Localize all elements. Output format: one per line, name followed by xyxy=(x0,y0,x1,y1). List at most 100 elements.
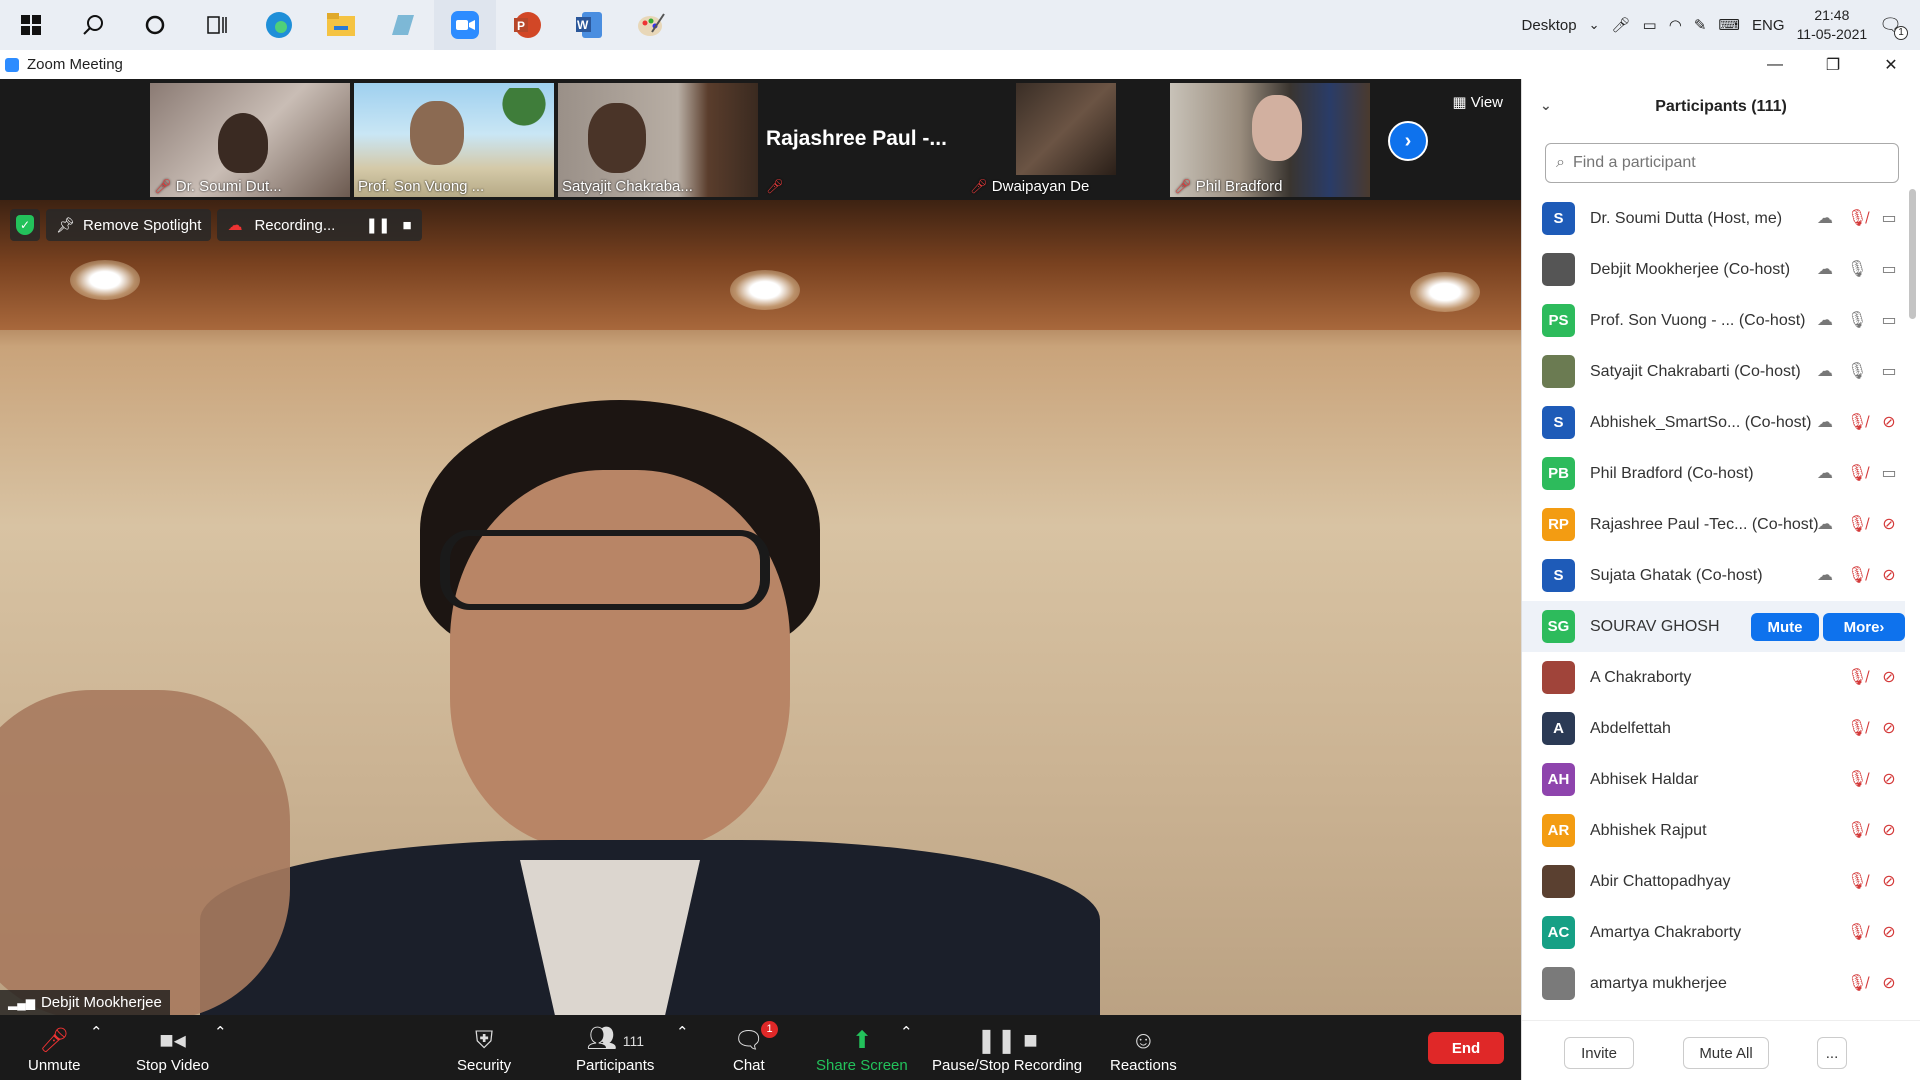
video-thumbnail[interactable]: Prof. Son Vuong ... xyxy=(354,83,554,197)
desktop-toolbar-label[interactable]: Desktop xyxy=(1522,17,1577,34)
stop-recording-icon[interactable]: ■ xyxy=(402,217,411,234)
video-icon[interactable]: ▭ xyxy=(1879,208,1899,228)
chat-button[interactable]: 🗨︎ 1 Chat xyxy=(733,1015,779,1080)
video-thumbnail[interactable]: Satyajit Chakraba... xyxy=(558,83,758,197)
spotlight-video[interactable]: ✓ 📌︎ Remove Spotlight ☁ Recording... ❚❚ … xyxy=(0,200,1521,1015)
mic-icon[interactable]: 🎙︎ xyxy=(1847,361,1867,381)
video-off-icon[interactable]: ⊘ xyxy=(1879,565,1899,585)
unmute-button[interactable]: 🎤︎ Unmute xyxy=(28,1015,81,1080)
file-explorer-icon[interactable] xyxy=(310,0,372,50)
participant-row[interactable]: PB Phil Bradford (Co-host) ☁ 🎙︎̸ ▭ xyxy=(1522,448,1905,499)
video-off-icon[interactable]: ⊘ xyxy=(1879,871,1899,891)
audio-options-caret[interactable]: ⌃ xyxy=(90,1015,103,1080)
edge-icon[interactable] xyxy=(248,0,310,50)
stop-video-button[interactable]: ■◂ Stop Video xyxy=(136,1015,209,1080)
view-button[interactable]: ▦ View xyxy=(1452,93,1503,111)
participant-row[interactable]: amartya mukherjee 🎙︎̸ ⊘ xyxy=(1522,958,1905,1009)
video-off-icon[interactable]: ⊘ xyxy=(1879,820,1899,840)
invite-button[interactable]: Invite xyxy=(1564,1037,1634,1069)
pause-stop-recording-button[interactable]: ❚❚ ■ Pause/Stop Recording xyxy=(932,1015,1082,1080)
participant-row[interactable]: S Abhishek_SmartSo... (Co-host) ☁ 🎙︎̸ ⊘ xyxy=(1522,397,1905,448)
video-off-icon[interactable]: ⊘ xyxy=(1879,514,1899,534)
mic-off-icon[interactable]: 🎙︎̸ xyxy=(1847,820,1867,840)
mic-off-icon[interactable]: 🎙︎̸ xyxy=(1847,208,1867,228)
mic-icon[interactable]: 🎙︎ xyxy=(1847,259,1867,279)
language-indicator[interactable]: ENG xyxy=(1752,17,1785,34)
search-icon[interactable] xyxy=(62,0,124,50)
notification-icon[interactable]: 🗨︎ 1 xyxy=(1879,15,1908,40)
participant-row[interactable]: PS Prof. Son Vuong - ... (Co-host) ☁ 🎙︎ ▭ xyxy=(1522,295,1905,346)
participants-button[interactable]: 👥︎ 111 Participants xyxy=(576,1015,654,1080)
security-status[interactable]: ✓ xyxy=(10,209,40,241)
mic-off-icon[interactable]: 🎙︎̸ xyxy=(1847,412,1867,432)
video-thumbnail[interactable]: Rajashree Paul -... 🎤︎ xyxy=(762,83,962,197)
participant-search[interactable]: ⌕ xyxy=(1545,143,1899,183)
remove-spotlight-button[interactable]: 📌︎ Remove Spotlight xyxy=(46,209,212,241)
mic-off-icon[interactable]: 🎙︎̸ xyxy=(1847,514,1867,534)
battery-icon[interactable]: ▭ xyxy=(1643,16,1657,34)
cortana-icon[interactable] xyxy=(124,0,186,50)
mic-off-icon[interactable]: 🎙︎̸ xyxy=(1847,718,1867,738)
participant-row[interactable]: AC Amartya Chakraborty 🎙︎̸ ⊘ xyxy=(1522,907,1905,958)
video-options-caret[interactable]: ⌃ xyxy=(214,1015,227,1080)
participant-row[interactable]: SG SOURAV GHOSH Mute More › xyxy=(1522,601,1905,652)
collapse-chevron-icon[interactable]: ⌄ xyxy=(1540,97,1552,114)
participant-row[interactable]: A Chakraborty 🎙︎̸ ⊘ xyxy=(1522,652,1905,703)
participant-row[interactable]: S Sujata Ghatak (Co-host) ☁ 🎙︎̸ ⊘ xyxy=(1522,550,1905,601)
pen-icon[interactable]: ✎ xyxy=(1694,16,1707,34)
mic-icon[interactable]: 🎙︎ xyxy=(1847,310,1867,330)
video-thumbnail[interactable]: 🎤︎ Dr. Soumi Dut... xyxy=(150,83,350,197)
more-options-button[interactable]: ... xyxy=(1817,1037,1847,1069)
video-off-icon[interactable]: ⊘ xyxy=(1879,769,1899,789)
participant-row[interactable]: AR Abhishek Rajput 🎙︎̸ ⊘ xyxy=(1522,805,1905,856)
mute-all-button[interactable]: Mute All xyxy=(1683,1037,1769,1069)
video-thumbnail[interactable]: 🎤︎ Phil Bradford xyxy=(1170,83,1370,197)
mic-off-icon[interactable]: 🎙︎̸ xyxy=(1847,769,1867,789)
participant-row[interactable]: Abir Chattopadhyay 🎙︎̸ ⊘ xyxy=(1522,856,1905,907)
video-icon[interactable]: ▭ xyxy=(1879,463,1899,483)
security-button[interactable]: ⛨ Security xyxy=(457,1015,511,1080)
end-meeting-button[interactable]: End xyxy=(1428,1032,1504,1064)
mic-off-icon[interactable]: 🎙︎̸ xyxy=(1847,973,1867,993)
participants-options-caret[interactable]: ⌃ xyxy=(676,1015,689,1080)
powerpoint-icon[interactable]: P xyxy=(496,0,558,50)
participant-row[interactable]: RP Rajashree Paul -Tec... (Co-host) ☁ 🎙︎̸ ⊘ xyxy=(1522,499,1905,550)
video-off-icon[interactable]: ⊘ xyxy=(1879,667,1899,687)
pause-recording-icon[interactable]: ❚❚ xyxy=(365,216,390,234)
video-icon[interactable]: ▭ xyxy=(1879,361,1899,381)
paint-icon[interactable] xyxy=(620,0,682,50)
minimize-icon[interactable]: — xyxy=(1746,50,1804,79)
mic-off-icon[interactable]: 🎙︎̸ xyxy=(1847,667,1867,687)
participant-mute-button[interactable]: Mute xyxy=(1751,613,1819,641)
share-screen-button[interactable]: ⬆︎ Share Screen xyxy=(816,1015,908,1080)
mic-off-icon[interactable]: 🎙︎̸ xyxy=(1847,922,1867,942)
search-input[interactable] xyxy=(1572,154,1873,172)
restore-icon[interactable]: ❐ xyxy=(1804,50,1862,79)
video-off-icon[interactable]: ⊘ xyxy=(1879,922,1899,942)
app-icon[interactable] xyxy=(372,0,434,50)
scrollbar[interactable] xyxy=(1909,189,1916,319)
participant-row[interactable]: A Abdelfettah 🎙︎̸ ⊘ xyxy=(1522,703,1905,754)
participant-row[interactable]: AH Abhisek Haldar 🎙︎̸ ⊘ xyxy=(1522,754,1905,805)
zoom-icon[interactable] xyxy=(434,0,496,50)
mic-off-icon[interactable]: 🎙︎̸ xyxy=(1847,463,1867,483)
close-icon[interactable]: ✕ xyxy=(1862,50,1920,79)
clock[interactable]: 21:48 11-05-2021 xyxy=(1797,6,1868,44)
keyboard-icon[interactable]: ⌨ xyxy=(1718,16,1740,34)
video-off-icon[interactable]: ⊘ xyxy=(1879,412,1899,432)
next-page-button[interactable]: › xyxy=(1388,121,1428,161)
video-off-icon[interactable]: ⊘ xyxy=(1879,973,1899,993)
video-icon[interactable]: ▭ xyxy=(1879,259,1899,279)
chevron-up-icon[interactable]: ⌄ xyxy=(1589,17,1600,33)
mic-off-icon[interactable]: 🎙︎̸ xyxy=(1847,871,1867,891)
video-icon[interactable]: ▭ xyxy=(1879,310,1899,330)
task-view-icon[interactable] xyxy=(186,0,248,50)
mic-off-icon[interactable]: 🎙︎̸ xyxy=(1847,565,1867,585)
participant-row[interactable]: Satyajit Chakrabarti (Co-host) ☁ 🎙︎ ▭ xyxy=(1522,346,1905,397)
word-icon[interactable]: W xyxy=(558,0,620,50)
wifi-icon[interactable]: ◠ xyxy=(1669,16,1682,34)
participant-more-button[interactable]: More › xyxy=(1823,613,1905,641)
reactions-button[interactable]: ☺ Reactions xyxy=(1110,1015,1177,1080)
video-off-icon[interactable]: ⊘ xyxy=(1879,718,1899,738)
participant-row[interactable]: S Dr. Soumi Dutta (Host, me) ☁ 🎙︎̸ ▭ xyxy=(1522,193,1905,244)
